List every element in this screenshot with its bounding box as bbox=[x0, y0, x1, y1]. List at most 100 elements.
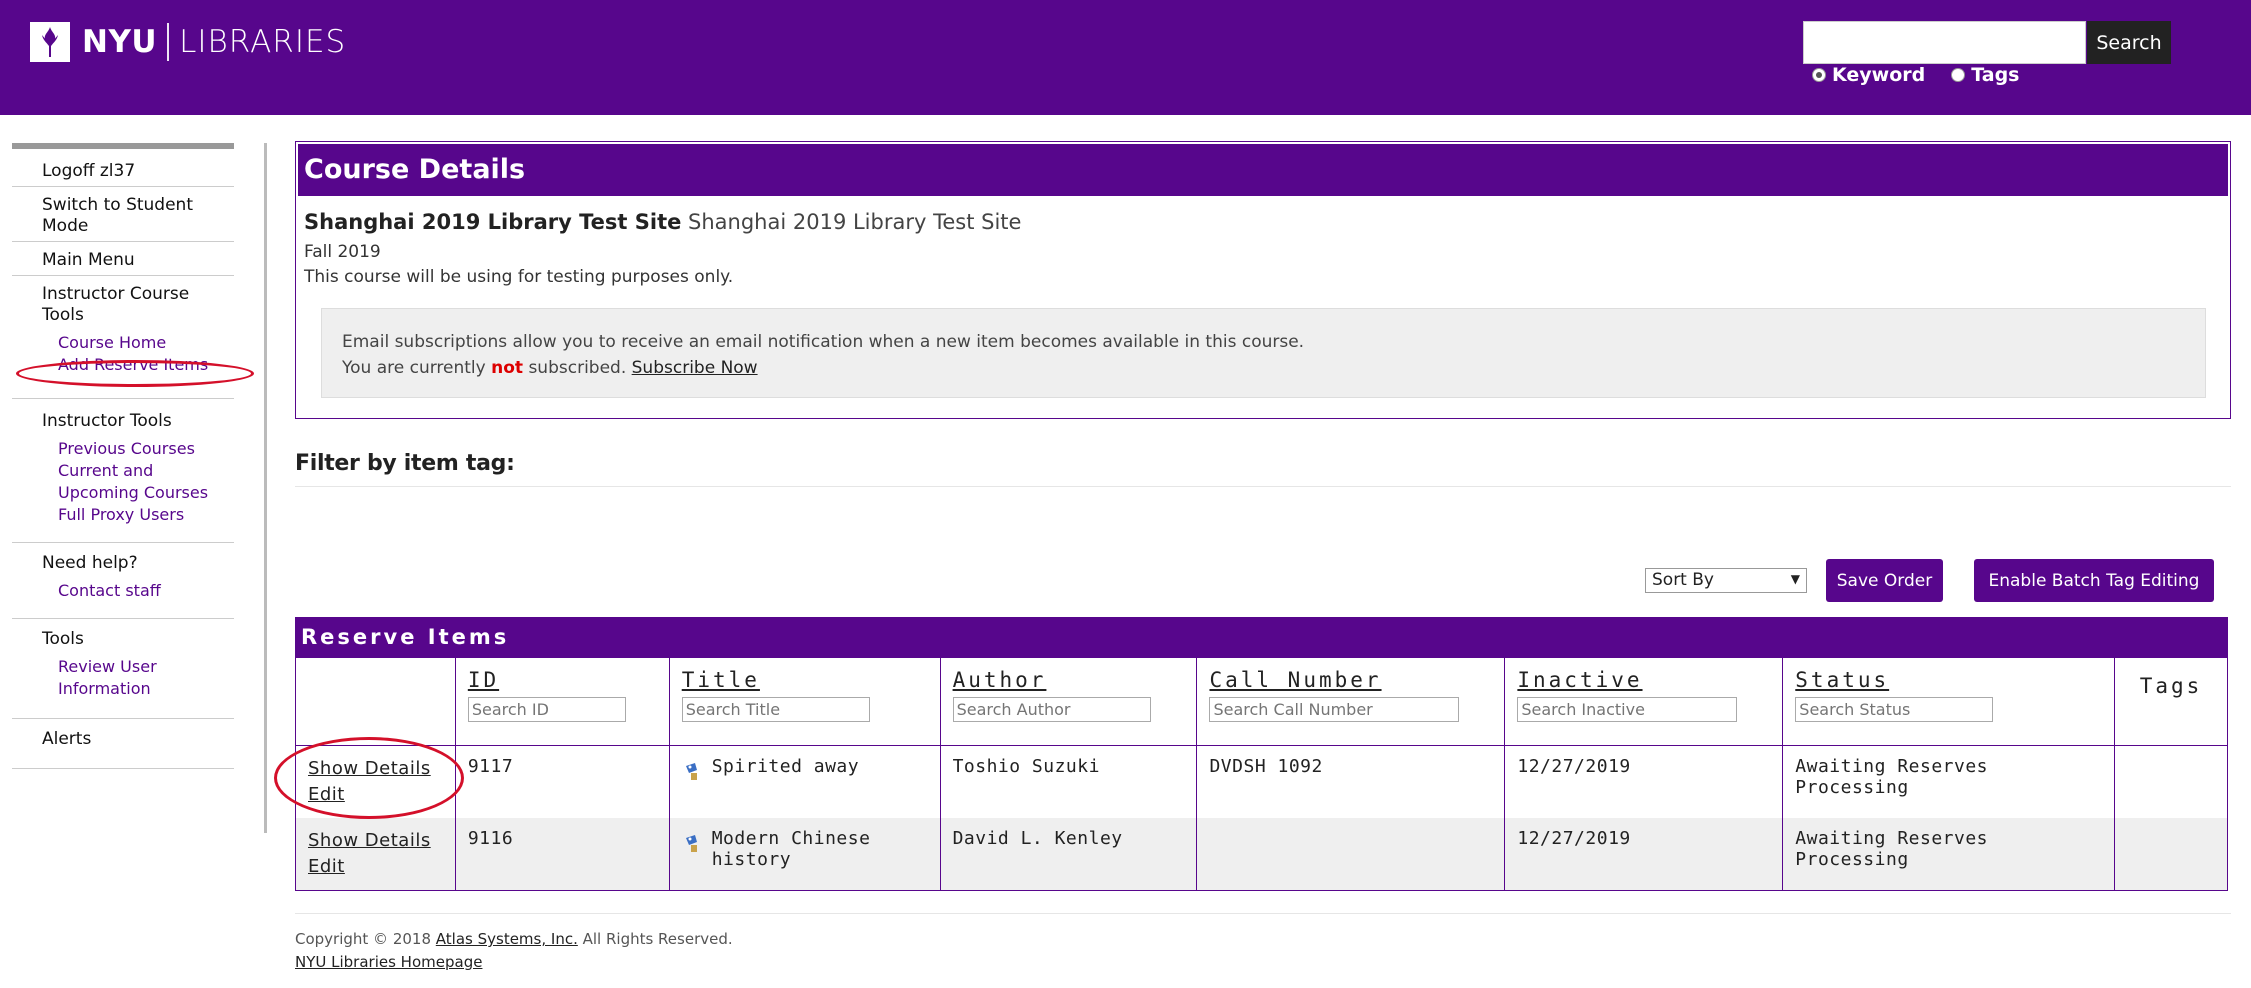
instructor-tools-heading: Instructor Tools bbox=[42, 411, 172, 431]
search-input[interactable] bbox=[1803, 21, 2086, 64]
sidebar-section-alerts: Alerts bbox=[12, 719, 234, 769]
logo-nyu-text: NYU bbox=[82, 24, 158, 60]
item-call-number: DVDSH 1092 bbox=[1196, 745, 1506, 818]
course-details-panel: Course Details Shanghai 2019 Library Tes… bbox=[295, 141, 2231, 419]
item-author: David L. Kenley bbox=[939, 818, 1198, 891]
enable-batch-tag-editing-button[interactable]: Enable Batch Tag Editing bbox=[1974, 559, 2214, 602]
sidebar-section-logoff: Logoff zl37 bbox=[12, 149, 234, 187]
inactive-column-header: Inactive bbox=[1504, 657, 1784, 746]
top-header: NYU LIBRARIES Search Keyword Tags bbox=[0, 0, 2251, 115]
table-row: Show Details Edit 9116 Modern Chinese hi… bbox=[295, 818, 2228, 891]
search-status-input[interactable] bbox=[1795, 697, 1994, 722]
search-type-group: Keyword Tags bbox=[1812, 64, 2046, 86]
switch-student-mode-link[interactable]: Switch to Student Mode bbox=[42, 195, 234, 237]
item-id: 9116 bbox=[454, 818, 670, 891]
torch-icon bbox=[30, 22, 70, 62]
atlas-systems-link[interactable]: Atlas Systems, Inc. bbox=[436, 930, 578, 948]
course-details-heading: Course Details bbox=[298, 144, 2228, 196]
search-title-input[interactable] bbox=[681, 697, 870, 722]
tags-column-header: Tags bbox=[2114, 657, 2228, 746]
logoff-link[interactable]: Logoff zl37 bbox=[42, 161, 234, 182]
copyright-post: All Rights Reserved. bbox=[577, 930, 733, 948]
item-status: Awaiting Reserves Processing bbox=[1782, 745, 2115, 818]
sidebar: Logoff zl37 Switch to Student Mode Main … bbox=[12, 143, 234, 769]
sort-by-select[interactable]: Sort By ▼ bbox=[1645, 568, 1807, 593]
keyword-label: Keyword bbox=[1832, 64, 1926, 86]
copyright-pre: Copyright © 2018 bbox=[295, 930, 436, 948]
item-inactive-date: 12/27/2019 bbox=[1504, 745, 1784, 818]
search-id-input[interactable] bbox=[467, 697, 626, 722]
sidebar-section-tools: Tools Review User Information bbox=[12, 619, 234, 719]
show-details-link[interactable]: Show Details bbox=[308, 756, 443, 782]
tags-label: Tags bbox=[1971, 64, 2020, 86]
tags-radio[interactable] bbox=[1951, 68, 1966, 82]
subscription-status: You are currently not subscribed. Subscr… bbox=[342, 355, 2185, 381]
status-sort-link[interactable]: Status bbox=[1795, 668, 2102, 692]
author-sort-link[interactable]: Author bbox=[953, 668, 1185, 692]
actions-column-header bbox=[295, 657, 456, 746]
course-name: Shanghai 2019 Library Test Site Shanghai… bbox=[304, 210, 1021, 234]
sidebar-section-help: Need help? Contact staff bbox=[12, 543, 234, 619]
status-column-header: Status bbox=[1782, 657, 2115, 746]
email-notice-text: Email subscriptions allow you to receive… bbox=[342, 332, 1305, 352]
sidebar-section-student-mode: Switch to Student Mode bbox=[12, 187, 234, 242]
id-column-header: ID bbox=[454, 657, 670, 746]
edit-link[interactable]: Edit bbox=[308, 854, 443, 880]
table-header-row: ID Title Author Call Number Inactive Sta… bbox=[295, 657, 2228, 746]
item-tags bbox=[2114, 818, 2228, 891]
course-name-plain: Shanghai 2019 Library Test Site bbox=[688, 210, 1022, 234]
nyu-libraries-homepage-link[interactable]: NYU Libraries Homepage bbox=[295, 953, 482, 971]
search-button[interactable]: Search bbox=[2087, 21, 2171, 64]
subscription-pre: You are currently bbox=[342, 358, 492, 378]
tools-heading: Tools bbox=[42, 629, 84, 649]
logo-divider bbox=[167, 23, 170, 61]
table-row: Show Details Edit 9117 Spirited away Tos… bbox=[295, 745, 2228, 818]
reserve-items-heading: Reserve Items bbox=[295, 617, 2228, 657]
instructor-course-tools-heading: Instructor Course Tools bbox=[42, 284, 190, 325]
footer-divider bbox=[295, 913, 2231, 914]
add-reserve-items-link[interactable]: Add Reserve Items bbox=[42, 354, 234, 376]
filter-divider bbox=[295, 486, 2231, 487]
item-tags bbox=[2114, 745, 2228, 818]
main-menu-link[interactable]: Main Menu bbox=[42, 250, 234, 271]
search-call-number-input[interactable] bbox=[1209, 697, 1460, 722]
item-title: Spirited away bbox=[711, 756, 860, 777]
full-proxy-users-link[interactable]: Full Proxy Users bbox=[42, 504, 234, 526]
subscribe-now-link[interactable]: Subscribe Now bbox=[632, 358, 758, 378]
search-inactive-input[interactable] bbox=[1517, 697, 1738, 722]
subscription-not: not bbox=[491, 358, 524, 378]
course-description: This course will be using for testing pu… bbox=[304, 267, 734, 287]
item-id: 9117 bbox=[454, 745, 670, 818]
review-user-information-link[interactable]: Review User Information bbox=[42, 656, 234, 700]
video-item-icon bbox=[685, 763, 697, 780]
need-help-heading: Need help? bbox=[42, 553, 138, 573]
call-number-sort-link[interactable]: Call Number bbox=[1209, 668, 1492, 692]
subscription-post: subscribed. bbox=[523, 358, 632, 378]
title-sort-link[interactable]: Title bbox=[682, 668, 928, 692]
inactive-sort-link[interactable]: Inactive bbox=[1517, 668, 1770, 692]
course-term: Fall 2019 bbox=[304, 242, 381, 262]
current-upcoming-courses-link[interactable]: Current and Upcoming Courses bbox=[42, 460, 234, 504]
id-sort-link[interactable]: ID bbox=[468, 668, 657, 692]
sidebar-section-main-menu: Main Menu bbox=[12, 242, 234, 276]
nyu-libraries-logo[interactable]: NYU LIBRARIES bbox=[30, 22, 346, 62]
keyword-radio[interactable] bbox=[1812, 68, 1826, 82]
sidebar-section-instructor-tools: Instructor Tools Previous Courses Curren… bbox=[12, 399, 234, 543]
reserve-items-table: ID Title Author Call Number Inactive Sta… bbox=[295, 657, 2228, 891]
edit-link[interactable]: Edit bbox=[308, 782, 443, 808]
course-home-link[interactable]: Course Home bbox=[42, 332, 234, 354]
sort-by-value: Sort By bbox=[1652, 570, 1714, 590]
item-status: Awaiting Reserves Processing bbox=[1782, 818, 2115, 891]
filter-by-tag-heading: Filter by item tag: bbox=[295, 451, 515, 476]
search-author-input[interactable] bbox=[952, 697, 1151, 722]
alerts-link[interactable]: Alerts bbox=[42, 729, 234, 750]
sidebar-divider bbox=[264, 143, 267, 833]
logo-libraries-text: LIBRARIES bbox=[179, 24, 347, 60]
book-item-icon bbox=[685, 835, 697, 852]
sidebar-section-course-tools: Instructor Course Tools Course Home Add … bbox=[12, 276, 234, 399]
save-order-button[interactable]: Save Order bbox=[1826, 559, 1943, 602]
copyright-text: Copyright © 2018 Atlas Systems, Inc. All… bbox=[295, 930, 733, 948]
previous-courses-link[interactable]: Previous Courses bbox=[42, 438, 234, 460]
show-details-link[interactable]: Show Details bbox=[308, 828, 443, 854]
contact-staff-link[interactable]: Contact staff bbox=[42, 580, 234, 602]
